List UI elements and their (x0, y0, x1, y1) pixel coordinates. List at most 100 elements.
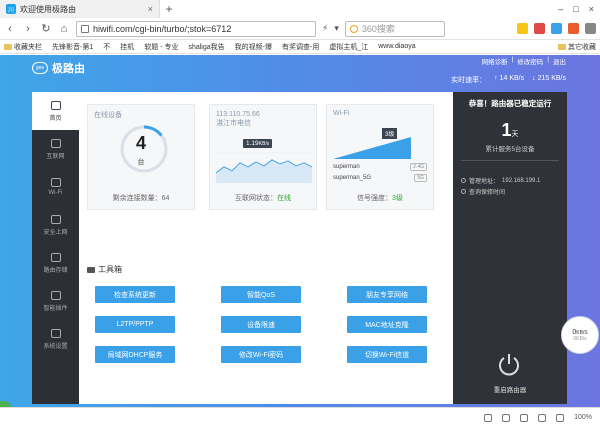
sidebar-item-storage[interactable]: 路由存储 (32, 244, 79, 282)
remaining-connections: 剩余连接数量：64 (112, 195, 170, 202)
other-bookmarks[interactable]: 其它收藏 (558, 42, 596, 52)
back-icon[interactable]: ‹ (4, 23, 16, 35)
smart-qos-button[interactable]: 智能QoS (221, 286, 301, 303)
ssid-2g: superman (333, 164, 360, 170)
globe-icon (50, 138, 61, 148)
bookmark-item[interactable]: shaliga我告 (188, 42, 224, 52)
upload-rate: ↑ 14 KB/s (494, 75, 525, 82)
link-change-password[interactable]: 修改密码 (517, 56, 543, 66)
close-window-icon[interactable]: × (589, 4, 594, 14)
browser-tab[interactable]: 川 欢迎使用极路由 × (0, 0, 160, 18)
router-brand: gee 极路由 (32, 60, 85, 76)
toolbox-icon (87, 266, 95, 273)
sidebar-item-plugins[interactable]: 智能插件 (32, 282, 79, 320)
bookmark-item[interactable]: 收藏夹栏 (4, 42, 42, 52)
bookmark-item[interactable]: 有奖调查-用 (282, 42, 319, 52)
extension-icon[interactable] (568, 23, 579, 34)
link-network-diagnose[interactable]: 网络诊断 (482, 56, 508, 66)
sidebar-item-home[interactable]: 首页 (32, 92, 79, 130)
folder-icon (4, 43, 12, 50)
sidebar: 首页 互联网 Wi-Fi 安全上网 路由存储 智能插件 系统设置 (32, 92, 79, 404)
brand-name: 极路由 (52, 63, 85, 75)
extension-m-icon[interactable] (517, 23, 528, 34)
minimize-icon[interactable]: – (558, 4, 563, 14)
divider (461, 160, 559, 161)
pin-icon[interactable] (484, 413, 493, 422)
bookmarks-bar: 收藏夹栏 先锋影音-第1 不 挂机 软题 - 专业 shaliga我告 我的视频… (0, 40, 600, 54)
wifi-title: Wi-Fi (333, 110, 350, 117)
speed-floating-ball[interactable]: 0KB/S 0KB/s (561, 316, 599, 354)
screenshot-icon[interactable] (520, 413, 529, 422)
plugin-icon (50, 290, 61, 300)
browser-navbar: ‹ › ↻ ⌂ hiwifi.com/cgi-bin/turbo/;stok=6… (0, 18, 600, 40)
switch-wifi-channel-button[interactable]: 切换Wi-Fi信道 (347, 346, 427, 363)
l2tp-pptp-button[interactable]: L2TP/PPTP (95, 316, 175, 333)
sidebar-item-security[interactable]: 安全上网 (32, 206, 79, 244)
tools-icon[interactable] (556, 413, 565, 422)
search-engine-icon (349, 24, 358, 33)
dropdown-icon[interactable]: ▾ (334, 23, 339, 34)
extension-icons (517, 23, 596, 34)
sidebar-item-wifi[interactable]: Wi-Fi (32, 168, 79, 206)
bookmark-item[interactable]: 不 (103, 42, 110, 52)
storage-icon (50, 252, 61, 262)
sidebar-item-settings[interactable]: 系统设置 (32, 320, 79, 358)
search-placeholder: 360搜索 (361, 24, 395, 34)
search-box[interactable]: 360搜索 (344, 20, 445, 37)
refresh-icon[interactable]: ↻ (40, 22, 52, 35)
bookmark-item[interactable]: 我的视频-爆 (235, 42, 272, 52)
tab-close-icon[interactable]: × (148, 4, 153, 14)
window-controls: – □ × (558, 4, 600, 14)
download-icon[interactable] (502, 413, 511, 422)
browser-statusbar: 100% (0, 407, 600, 427)
lan-dhcp-button[interactable]: 局域网DHCP服务 (95, 346, 175, 363)
router-page: gee 极路由 网络诊断 | 修改密码 | 退出 实时速率： ↑ 14 KB/s ↓… (0, 55, 600, 407)
wan-info: 113.110.75.66 湛江市电信 (216, 110, 260, 128)
bookmark-item[interactable]: www.diaoya (378, 43, 415, 50)
menu-icon[interactable] (585, 23, 596, 34)
wrench-icon (50, 328, 61, 338)
bolt-icon[interactable]: ⚡ (322, 23, 328, 34)
browser-titlebar: 川 欢迎使用极路由 × + – □ × (0, 0, 600, 18)
bookmark-item[interactable]: 先锋影音-第1 (52, 42, 93, 52)
reboot-button[interactable]: 重启路由器 (453, 384, 567, 394)
address-icon (461, 178, 466, 183)
address-text: hiwifi.com/cgi-bin/turbo/;stok=6712 (93, 23, 232, 34)
top-links: 网络诊断 | 修改密码 | 退出 (481, 56, 566, 66)
device-speed-limit-button[interactable]: 设备限速 (221, 316, 301, 333)
bookmark-item[interactable]: 软题 - 专业 (144, 42, 178, 52)
power-icon[interactable] (496, 352, 522, 378)
wifi-card[interactable]: Wi-Fi 3级 superman 2.4G superman_5G 5G 信号… (326, 104, 434, 210)
page-icon (81, 24, 89, 33)
shield-icon (50, 214, 61, 224)
online-devices-title: 在线设备 (94, 112, 122, 119)
realtime-label: 实时速率： (451, 77, 487, 84)
forward-icon[interactable]: › (22, 23, 34, 35)
friend-network-button[interactable]: 朋友专享网络 (347, 286, 427, 303)
link-logout[interactable]: 退出 (553, 56, 566, 66)
extension-icon[interactable] (551, 23, 562, 34)
bookmark-item[interactable]: 虚拟主机_江 (329, 42, 368, 52)
speedball-value: 0KB/S (572, 328, 588, 336)
current-speed-tag: 1.19KB/s (243, 139, 273, 148)
management-address: 管理地址： 192.168.199.1 (461, 176, 540, 185)
online-devices-unit: 台 (137, 159, 145, 166)
online-devices-card[interactable]: 在线设备 4 台 剩余连接数量：64 (87, 104, 195, 210)
home-icon[interactable]: ⌂ (58, 23, 70, 35)
wan-ip: 113.110.75.66 (216, 111, 260, 118)
zoom-level[interactable]: 100% (574, 414, 592, 421)
address-bar[interactable]: hiwifi.com/cgi-bin/turbo/;stok=6712 (76, 20, 316, 37)
warranty-link[interactable]: 查询保修时间 (461, 187, 505, 196)
download-rate: ↓ 215 KB/s (532, 75, 566, 82)
extension-200-icon[interactable] (534, 23, 545, 34)
check-update-button[interactable]: 检查系统更新 (95, 286, 175, 303)
volume-icon[interactable] (538, 413, 547, 422)
change-wifi-password-button[interactable]: 修改Wi-Fi密码 (221, 346, 301, 363)
maximize-icon[interactable]: □ (573, 4, 578, 14)
bookmark-item[interactable]: 挂机 (120, 42, 134, 52)
internet-card[interactable]: 113.110.75.66 湛江市电信 1.19KB/s 互联网状态：在线 (209, 104, 317, 210)
sidebar-item-internet[interactable]: 互联网 (32, 130, 79, 168)
main-panel: 首页 互联网 Wi-Fi 安全上网 路由存储 智能插件 系统设置 在线设备 4 … (32, 92, 567, 404)
mac-clone-button[interactable]: MAC地址克隆 (347, 316, 427, 333)
new-tab-button[interactable]: + (160, 2, 178, 16)
